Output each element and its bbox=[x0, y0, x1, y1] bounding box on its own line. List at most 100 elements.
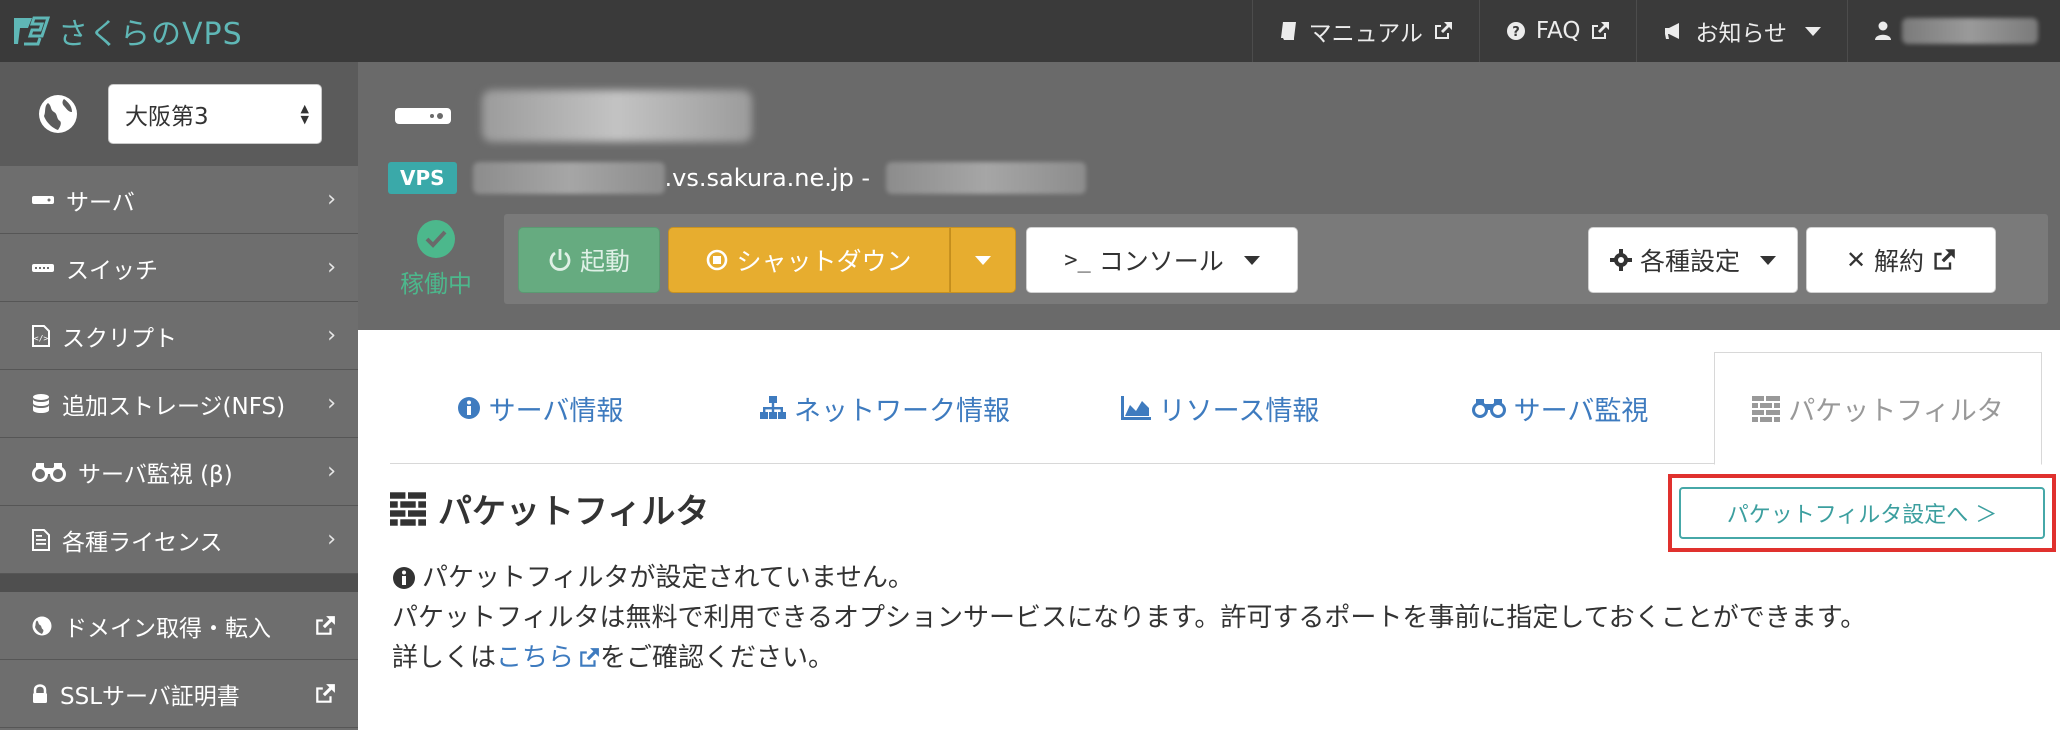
server-name-redacted bbox=[482, 90, 752, 142]
shutdown-dropdown-button[interactable] bbox=[950, 227, 1016, 293]
power-icon bbox=[549, 249, 571, 271]
tab-label: パケットフィルタ bbox=[1788, 396, 2004, 427]
sidebar-item-label: SSLサーバ証明書 bbox=[60, 683, 240, 710]
server-host-line: VPS .vs.sakura.ne.jp - bbox=[388, 162, 1087, 194]
sidebar-external-menu: ドメイン取得・転入 SSLサーバ証明書 bbox=[0, 592, 358, 728]
shutdown-button[interactable]: シャットダウン bbox=[668, 227, 950, 293]
tab-server-info[interactable]: サーバ情報 bbox=[430, 352, 650, 464]
settings-label: 各種設定 bbox=[1639, 247, 1740, 276]
select-arrows-icon: ▲ ▼ bbox=[300, 102, 309, 126]
shutdown-label: シャットダウン bbox=[736, 247, 912, 276]
sidebar-item-server[interactable]: サーバ › bbox=[0, 166, 358, 234]
server-title bbox=[394, 90, 752, 142]
hostname-redacted bbox=[472, 162, 665, 194]
faq-link[interactable]: ? FAQ bbox=[1478, 0, 1637, 62]
packet-filter-settings-button[interactable]: パケットフィルタ設定へ ＞ bbox=[1679, 487, 2045, 539]
detail-link-text: こちら bbox=[496, 643, 575, 673]
switch-icon bbox=[32, 263, 54, 272]
question-circle-icon: ? bbox=[1506, 22, 1525, 40]
external-link-icon bbox=[316, 683, 335, 703]
page-title-text: パケットフィルタ bbox=[438, 492, 710, 532]
info-icon bbox=[457, 397, 480, 419]
chevron-down-icon bbox=[1760, 255, 1776, 265]
server-status: 稼働中 bbox=[394, 220, 478, 299]
script-icon: </> bbox=[32, 324, 50, 347]
action-bar: 起動 シャットダウン >_ コンソール 各種設定 ✕ 解約 bbox=[504, 214, 2048, 304]
sidebar-item-ssl[interactable]: SSLサーバ証明書 bbox=[0, 660, 358, 728]
region-select[interactable]: 大阪第3 ▲ ▼ bbox=[108, 84, 322, 144]
database-icon bbox=[33, 393, 49, 413]
console-label: コンソール bbox=[1098, 247, 1224, 276]
firewall-icon bbox=[1752, 395, 1781, 422]
sidebar-item-licenses[interactable]: 各種ライセンス › bbox=[0, 506, 358, 574]
status-label: 稼働中 bbox=[400, 270, 472, 298]
megaphone-icon bbox=[1665, 23, 1680, 39]
chevron-down-icon bbox=[1805, 26, 1821, 36]
tab-network-info[interactable]: ネットワーク情報 bbox=[750, 352, 1020, 464]
tab-label: リソース情報 bbox=[1158, 395, 1320, 427]
tab-server-monitoring[interactable]: サーバ監視 bbox=[1450, 352, 1670, 464]
description-text: パケットフィルタは無料で利用できるオプションサービスになります。許可するポートを… bbox=[392, 603, 1867, 633]
tab-resource-info[interactable]: リソース情報 bbox=[1110, 352, 1330, 464]
user-icon bbox=[1875, 21, 1891, 40]
sidebar-item-label: 追加ストレージ(NFS) bbox=[62, 393, 286, 420]
area-chart-icon bbox=[1120, 396, 1151, 420]
document-icon bbox=[32, 528, 50, 551]
sidebar-item-monitoring[interactable]: サーバ監視 (β) › bbox=[0, 438, 358, 506]
sidebar-item-script[interactable]: </> スクリプト › bbox=[0, 302, 358, 370]
detail-suffix: をご確認ください。 bbox=[600, 643, 835, 673]
notice-row: パケットフィルタが設定されていません。 bbox=[392, 558, 1866, 598]
sidebar-item-switch[interactable]: スイッチ › bbox=[0, 234, 358, 302]
manual-label: マニュアル bbox=[1308, 21, 1423, 47]
close-icon: ✕ bbox=[1845, 246, 1867, 274]
sidebar-item-label: サーバ bbox=[66, 189, 135, 216]
highlight-box: パケットフィルタ設定へ ＞ bbox=[1668, 474, 2056, 552]
chevron-right-icon: › bbox=[327, 255, 336, 280]
tab-label: サーバ監視 bbox=[1513, 395, 1649, 427]
detail-row: 詳しくは こちら をご確認ください。 bbox=[392, 638, 1866, 678]
detail-prefix: 詳しくは bbox=[392, 643, 497, 673]
server-header: VPS .vs.sakura.ne.jp - 稼働中 起動 シャットダウン >_… bbox=[358, 62, 2060, 330]
gear-icon bbox=[1609, 249, 1632, 271]
external-link-icon bbox=[1434, 22, 1452, 39]
page-title: パケットフィルタ bbox=[390, 484, 709, 533]
detail-link[interactable]: こちら bbox=[496, 638, 600, 678]
sidebar-item-label: スクリプト bbox=[62, 325, 177, 352]
region-selector: 大阪第3 ▲ ▼ bbox=[0, 62, 358, 166]
sidebar-item-label: サーバ監視 (β) bbox=[78, 461, 233, 488]
chevron-right-icon: › bbox=[327, 527, 336, 552]
region-value: 大阪第3 bbox=[125, 104, 209, 130]
user-menu[interactable] bbox=[1847, 0, 2060, 62]
console-button[interactable]: >_ コンソール bbox=[1026, 227, 1298, 293]
manual-link[interactable]: マニュアル bbox=[1251, 0, 1479, 62]
tab-label: サーバ情報 bbox=[488, 395, 624, 427]
news-dropdown[interactable]: お知らせ bbox=[1636, 0, 1847, 62]
external-link-icon bbox=[1592, 22, 1610, 39]
cancel-label: 解約 bbox=[1874, 247, 1925, 276]
sakura-logo-icon bbox=[14, 16, 50, 46]
terminal-icon: >_ bbox=[1064, 247, 1091, 273]
external-link-icon bbox=[1934, 249, 1955, 270]
server-tabs: サーバ情報 ネットワーク情報 リソース情報 サーバ監視 パケットフィルタ bbox=[390, 352, 2042, 465]
chevron-right-icon: › bbox=[327, 323, 336, 348]
notice-text: パケットフィルタが設定されていません。 bbox=[422, 563, 914, 593]
packet-filter-settings-label: パケットフィルタ設定へ ＞ bbox=[1726, 503, 1998, 528]
start-button[interactable]: 起動 bbox=[518, 227, 660, 293]
logo-text: さくらのVPS bbox=[58, 17, 243, 52]
chevron-right-icon: › bbox=[327, 459, 336, 484]
sidebar-item-domain[interactable]: ドメイン取得・転入 bbox=[0, 592, 358, 660]
faq-label: FAQ bbox=[1535, 18, 1581, 44]
cancel-contract-button[interactable]: ✕ 解約 bbox=[1806, 227, 1996, 293]
globe-icon bbox=[39, 95, 77, 133]
globe-icon bbox=[32, 616, 52, 635]
tab-packet-filter[interactable]: パケットフィルタ bbox=[1714, 352, 2042, 465]
logo[interactable]: さくらのVPS bbox=[0, 0, 243, 62]
sidebar-item-label: 各種ライセンス bbox=[62, 529, 223, 556]
settings-button[interactable]: 各種設定 bbox=[1588, 227, 1798, 293]
user-name-redacted bbox=[1902, 18, 2038, 44]
chevron-right-icon: › bbox=[327, 391, 336, 416]
external-link-icon bbox=[580, 648, 599, 667]
sidebar-item-nfs[interactable]: 追加ストレージ(NFS) › bbox=[0, 370, 358, 438]
firewall-icon bbox=[390, 491, 426, 526]
ip-address-redacted bbox=[886, 162, 1087, 194]
